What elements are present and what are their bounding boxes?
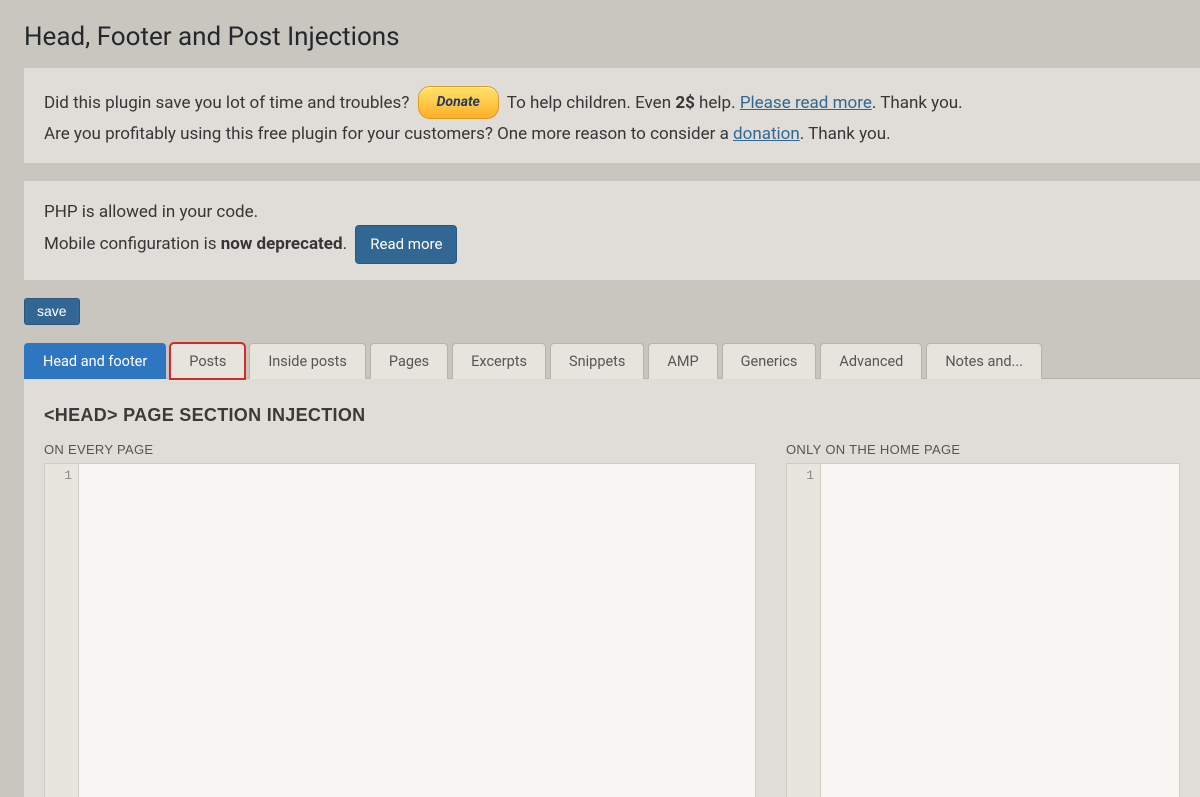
tab-generics[interactable]: Generics [722, 343, 817, 379]
tabs-container: Head and footerPostsInside postsPagesExc… [24, 343, 1200, 797]
line-number: 1 [64, 468, 72, 483]
save-button[interactable]: save [24, 298, 80, 325]
donate-line-1-after-a: To help children. Even [507, 93, 676, 113]
donate-line-1-after-b: help. [695, 93, 740, 113]
donate-line-2: Are you profitably using this free plugi… [44, 121, 1180, 147]
notice-panel: PHP is allowed in your code. Mobile conf… [24, 181, 1200, 280]
tab-head-and-footer[interactable]: Head and footer [24, 343, 166, 379]
donate-button[interactable]: Donate [418, 86, 499, 119]
editor-label-home-page: ONLY ON THE HOME PAGE [786, 442, 1180, 457]
mobile-prefix: Mobile configuration is [44, 234, 221, 254]
mobile-deprecated-line: Mobile configuration is now deprecated. … [44, 225, 1180, 264]
tab-amp[interactable]: AMP [648, 343, 717, 379]
gutter-home-page: 1 [787, 464, 821, 797]
donate-line-1-after-c: . Thank you. [872, 93, 963, 113]
mobile-suffix: . [343, 234, 352, 254]
code-area-home-page[interactable] [821, 464, 1179, 797]
gutter-every-page: 1 [45, 464, 79, 797]
page-title: Head, Footer and Post Injections [0, 0, 1200, 68]
tab-excerpts[interactable]: Excerpts [452, 343, 546, 379]
code-area-every-page[interactable] [79, 464, 755, 797]
editor-col-every-page: ON EVERY PAGE 1 [44, 442, 756, 797]
read-more-button[interactable]: Read more [355, 225, 457, 264]
tab-advanced[interactable]: Advanced [820, 343, 922, 379]
donate-line-1-before: Did this plugin save you lot of time and… [44, 93, 409, 113]
code-editor-every-page[interactable]: 1 [44, 463, 756, 797]
code-editor-home-page[interactable]: 1 [786, 463, 1180, 797]
mobile-bold: now deprecated [221, 234, 343, 254]
section-title: <HEAD> PAGE SECTION INJECTION [44, 405, 1180, 426]
tabs-row: Head and footerPostsInside postsPagesExc… [24, 343, 1200, 379]
please-read-more-link[interactable]: Please read more [740, 93, 872, 113]
donate-line-2-after: . Thank you. [800, 124, 891, 144]
tab-content: <HEAD> PAGE SECTION INJECTION ON EVERY P… [24, 379, 1200, 797]
tab-inside-posts[interactable]: Inside posts [249, 343, 366, 379]
editor-col-home-page: ONLY ON THE HOME PAGE 1 [786, 442, 1180, 797]
donate-line-2-before: Are you profitably using this free plugi… [44, 124, 733, 144]
donation-link[interactable]: donation [733, 124, 800, 144]
tab-posts[interactable]: Posts [170, 343, 245, 379]
tab-notes-and[interactable]: Notes and... [926, 343, 1042, 379]
tab-pages[interactable]: Pages [370, 343, 448, 379]
donate-panel: Did this plugin save you lot of time and… [24, 68, 1200, 163]
two-usd: 2$ [675, 93, 695, 113]
editors-row: ON EVERY PAGE 1 ONLY ON THE HOME PAGE 1 [44, 442, 1180, 797]
php-allowed-text: PHP is allowed in your code. [44, 199, 1180, 225]
editor-label-every-page: ON EVERY PAGE [44, 442, 756, 457]
tab-snippets[interactable]: Snippets [550, 343, 644, 379]
donate-line-1: Did this plugin save you lot of time and… [44, 86, 1180, 121]
line-number: 1 [806, 468, 814, 483]
